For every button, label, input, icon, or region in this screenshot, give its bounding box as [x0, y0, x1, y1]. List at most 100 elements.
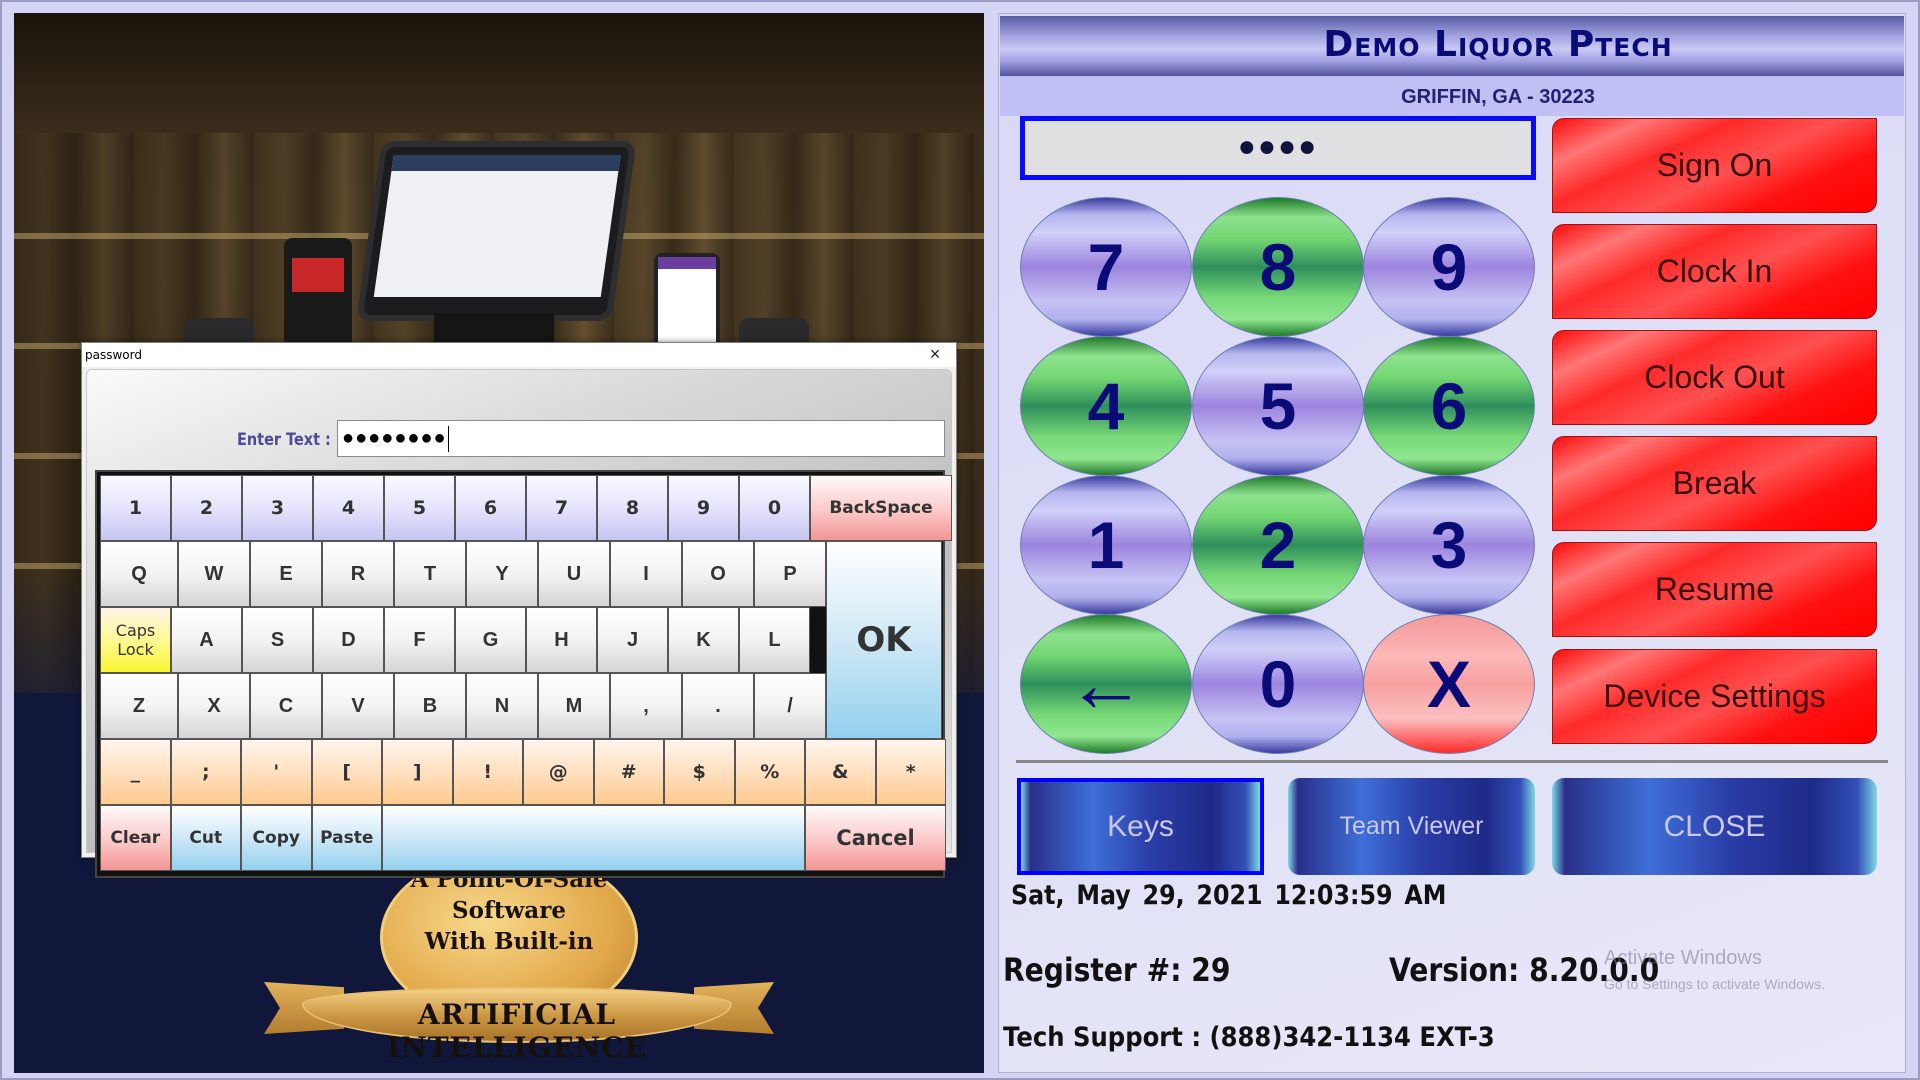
key-symbol[interactable]: * [875, 739, 946, 805]
break-button[interactable]: Break [1552, 436, 1877, 531]
numpad-key-8[interactable]: 8 [1192, 197, 1364, 337]
cancel-key[interactable]: Cancel [805, 805, 946, 871]
key-d[interactable]: D [313, 607, 384, 673]
numpad-key-6[interactable]: 6 [1363, 336, 1535, 476]
key-slash[interactable]: / [754, 673, 826, 739]
key-e[interactable]: E [250, 541, 322, 607]
password-input[interactable]: ●●●●●●●● [337, 420, 945, 457]
key-7[interactable]: 7 [526, 475, 597, 541]
key-4[interactable]: 4 [313, 475, 384, 541]
key-y[interactable]: Y [466, 541, 538, 607]
tech-support: Tech Support : (888)342-1134 EXT-3 [1003, 1022, 1495, 1053]
card-reader-image [284, 238, 352, 358]
key-z[interactable]: Z [100, 673, 178, 739]
key-g[interactable]: G [455, 607, 526, 673]
numpad-backspace-button[interactable]: ← [1020, 614, 1192, 754]
numpad-key-9[interactable]: 9 [1363, 197, 1535, 337]
key-symbol[interactable]: ; [170, 739, 241, 805]
keys-button[interactable]: Keys [1017, 778, 1264, 875]
numpad-key-3[interactable]: 3 [1363, 475, 1535, 615]
sign-on-panel: Demo Liquor Ptech GRIFFIN, GA - 30223 ●●… [998, 13, 1906, 1073]
ok-key[interactable]: OK [826, 541, 942, 739]
resume-button[interactable]: Resume [1552, 542, 1877, 637]
key-r[interactable]: R [322, 541, 394, 607]
key-6[interactable]: 6 [455, 475, 526, 541]
numpad-key-2[interactable]: 2 [1192, 475, 1364, 615]
key-a[interactable]: A [171, 607, 242, 673]
key-symbol[interactable]: $ [664, 739, 735, 805]
key-symbol[interactable]: % [734, 739, 805, 805]
key-t[interactable]: T [394, 541, 466, 607]
key-f[interactable]: F [384, 607, 455, 673]
key-l[interactable]: L [739, 607, 810, 673]
numpad-key-5[interactable]: 5 [1192, 336, 1364, 476]
paste-key[interactable]: Paste [311, 805, 382, 871]
key-symbol[interactable]: [ [311, 739, 382, 805]
key-1[interactable]: 1 [100, 475, 171, 541]
key-9[interactable]: 9 [668, 475, 739, 541]
key-j[interactable]: J [597, 607, 668, 673]
key-2[interactable]: 2 [171, 475, 242, 541]
clock-out-button[interactable]: Clock Out [1552, 330, 1877, 425]
backspace-key[interactable]: BackSpace [810, 475, 952, 541]
key-q[interactable]: Q [100, 541, 178, 607]
copy-key[interactable]: Copy [241, 805, 312, 871]
key-symbol[interactable]: & [805, 739, 876, 805]
key-s[interactable]: S [242, 607, 313, 673]
key-symbol[interactable]: _ [100, 739, 171, 805]
key-p[interactable]: P [754, 541, 826, 607]
store-name: Demo Liquor Ptech [1323, 24, 1673, 65]
pin-input[interactable]: ●●●● [1020, 116, 1536, 180]
pos-terminal-image [356, 141, 637, 321]
key-8[interactable]: 8 [597, 475, 668, 541]
key-0[interactable]: 0 [739, 475, 810, 541]
key-o[interactable]: O [682, 541, 754, 607]
key-h[interactable]: H [526, 607, 597, 673]
arrow-left-icon: ← [1066, 639, 1146, 728]
key-x[interactable]: X [178, 673, 250, 739]
key-m[interactable]: M [538, 673, 610, 739]
key-b[interactable]: B [394, 673, 466, 739]
numpad-key-1[interactable]: 1 [1020, 475, 1192, 615]
close-icon[interactable]: × [920, 343, 950, 367]
key-symbol[interactable]: ' [241, 739, 312, 805]
caps-lock-label: Lock [117, 640, 154, 659]
key-c[interactable]: C [250, 673, 322, 739]
caps-lock-key[interactable]: Caps Lock [100, 607, 171, 673]
key-symbol[interactable]: @ [523, 739, 594, 805]
device-settings-button[interactable]: Device Settings [1552, 649, 1877, 744]
key-symbol[interactable]: ] [382, 739, 453, 805]
numpad-key-label: 9 [1430, 230, 1468, 304]
divider [1016, 760, 1888, 763]
key-symbol[interactable]: # [593, 739, 664, 805]
dialog-titlebar[interactable]: password × [82, 343, 956, 367]
close-button[interactable]: CLOSE [1552, 778, 1877, 875]
numpad-key-4[interactable]: 4 [1020, 336, 1192, 476]
numpad-key-0[interactable]: 0 [1192, 614, 1364, 754]
team-viewer-button[interactable]: Team Viewer [1288, 778, 1535, 875]
key-comma[interactable]: , [610, 673, 682, 739]
space-key[interactable] [382, 805, 805, 871]
clear-key[interactable]: Clear [100, 805, 171, 871]
cut-key[interactable]: Cut [170, 805, 241, 871]
numpad-key-label: 3 [1430, 508, 1468, 582]
key-w[interactable]: W [178, 541, 250, 607]
key-symbol[interactable]: ! [452, 739, 523, 805]
numpad-clear-button[interactable]: X [1363, 614, 1535, 754]
numpad-key-label: 6 [1430, 369, 1468, 443]
numpad-key-label: 8 [1259, 230, 1297, 304]
key-5[interactable]: 5 [384, 475, 455, 541]
key-k[interactable]: K [668, 607, 739, 673]
key-period[interactable]: . [682, 673, 754, 739]
key-i[interactable]: I [610, 541, 682, 607]
key-n[interactable]: N [466, 673, 538, 739]
numpad-key-7[interactable]: 7 [1020, 197, 1192, 337]
key-v[interactable]: V [322, 673, 394, 739]
numpad-key-label: 1 [1087, 508, 1125, 582]
sign-on-button[interactable]: Sign On [1552, 118, 1877, 213]
current-time: 12:03:59 AM [1274, 880, 1447, 911]
ribbon-text: ARTIFICIAL INTELLIGENCE [387, 998, 647, 1064]
clock-in-button[interactable]: Clock In [1552, 224, 1877, 319]
key-u[interactable]: U [538, 541, 610, 607]
key-3[interactable]: 3 [242, 475, 313, 541]
